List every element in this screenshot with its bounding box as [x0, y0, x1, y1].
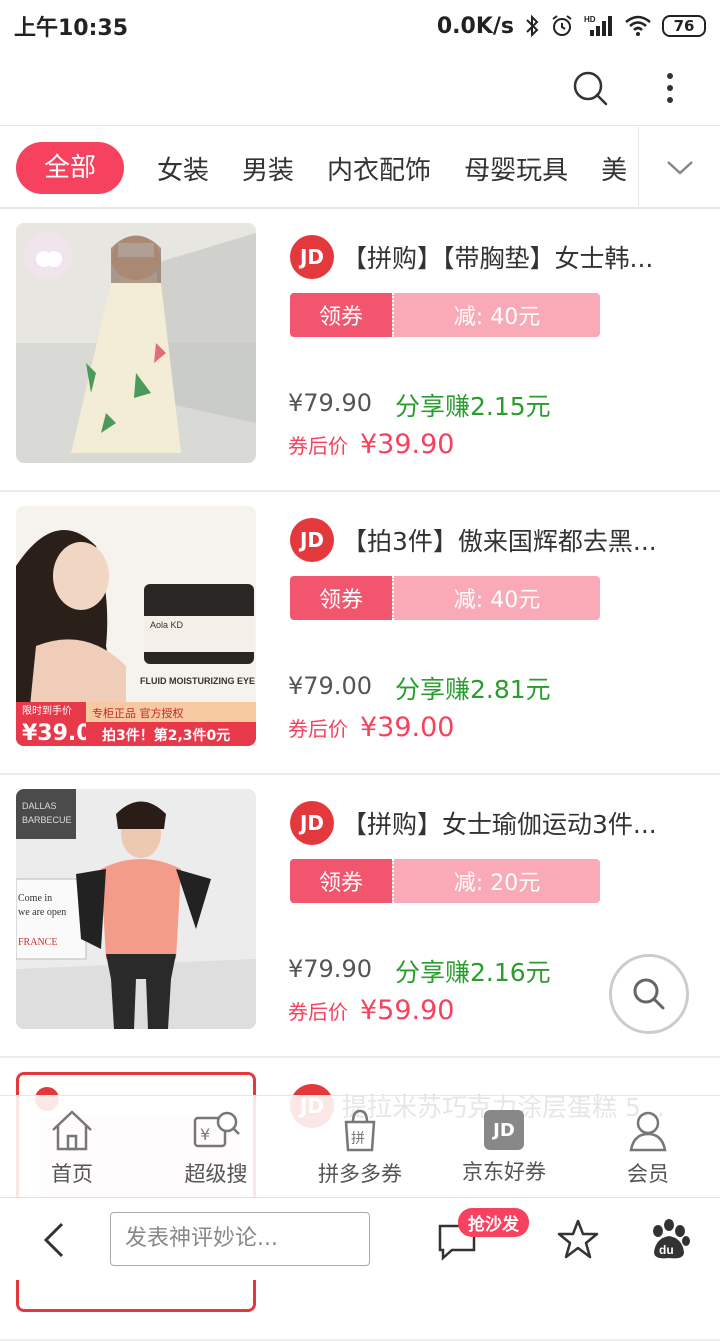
- original-price: ¥79.90: [288, 955, 372, 983]
- after-coupon-price: 券后价 ¥39.00: [288, 712, 454, 743]
- bluetooth-icon: [526, 14, 539, 38]
- tab-super-search-label: 超级搜: [184, 1162, 248, 1186]
- product-card[interactable]: DALLAS BARBECUE Come in we are open FRAN…: [0, 775, 720, 1058]
- search-icon[interactable]: [570, 68, 610, 108]
- tab-pdd-coupons-label: 拼多多券: [318, 1162, 402, 1186]
- after-coupon-value: ¥39.00: [360, 712, 455, 743]
- network-speed: 0.0K/s: [436, 13, 514, 39]
- wifi-icon: [625, 15, 651, 36]
- coupon-button[interactable]: 领券 减: 40元: [290, 576, 600, 620]
- home-icon: [52, 1110, 92, 1151]
- product-title[interactable]: 【拼购】女士瑜伽运动3件...: [342, 805, 687, 841]
- jd-logo-icon: JD: [290, 801, 334, 845]
- tab-jd-coupons-label: 京东好券: [462, 1160, 546, 1184]
- after-coupon-label: 券后价: [288, 434, 348, 458]
- svg-text:¥: ¥: [200, 1125, 210, 1144]
- jd-logo-icon: JD: [290, 518, 334, 562]
- baidu-paw-icon[interactable]: du: [646, 1216, 692, 1262]
- product-card[interactable]: Aola KD FLUID MOISTURIZING EYE CREAM 限时到…: [0, 492, 720, 775]
- category-bar: 全部 女装 男装 内衣配饰 母婴玩具 美: [0, 127, 720, 209]
- super-search-icon: ¥: [193, 1111, 240, 1148]
- tab-pdd-coupons[interactable]: 拼 拼多多券: [288, 1096, 432, 1197]
- tab-home-label: 首页: [51, 1162, 93, 1186]
- jd-logo-icon: JD: [290, 235, 334, 279]
- tab-member[interactable]: 会员: [576, 1096, 720, 1197]
- star-icon[interactable]: [556, 1217, 600, 1261]
- jd-icon: JD: [484, 1110, 524, 1150]
- top-bar: [0, 52, 720, 126]
- pdd-bag-icon: 拼: [344, 1109, 376, 1152]
- coupon-label: 领券: [290, 293, 392, 337]
- more-menu-icon[interactable]: [650, 68, 690, 108]
- signal-icon: HD: [584, 15, 612, 36]
- search-icon: [633, 978, 665, 1010]
- thumb-genuine-tag: 专柜正品 官方授权: [92, 706, 184, 720]
- category-tab-men[interactable]: 男装: [242, 150, 294, 187]
- tab-super-search[interactable]: ¥ 超级搜: [144, 1096, 288, 1197]
- thumb-limit-price: ¥39.0: [22, 721, 92, 746]
- coupon-value: 减: 20元: [392, 859, 600, 903]
- svg-text:du: du: [659, 1243, 674, 1257]
- battery-indicator: 76: [662, 15, 706, 37]
- back-arrow-icon[interactable]: [36, 1220, 76, 1260]
- coupon-value: 减: 40元: [392, 293, 600, 337]
- tab-jd-coupons[interactable]: JD 京东好券: [432, 1096, 576, 1197]
- comment-input[interactable]: 发表神评妙论...: [110, 1212, 370, 1266]
- product-image: [16, 223, 256, 463]
- thumb-brand-name: Aola KD: [150, 620, 184, 630]
- thumb-sign-4: we are open: [18, 907, 66, 918]
- tab-home[interactable]: 首页: [0, 1096, 144, 1197]
- share-earn[interactable]: 分享赚2.16元: [395, 953, 551, 989]
- product-image: DALLAS BARBECUE Come in we are open FRAN…: [16, 789, 256, 1029]
- after-coupon-label: 券后价: [288, 717, 348, 741]
- after-coupon-value: ¥59.90: [360, 995, 455, 1026]
- member-icon: [629, 1111, 667, 1152]
- thumb-product-name: FLUID MOISTURIZING EYE CREAM: [140, 676, 256, 686]
- tab-member-label: 会员: [627, 1162, 669, 1186]
- share-earn[interactable]: 分享赚2.81元: [395, 670, 551, 706]
- category-tab-baby-toys[interactable]: 母婴玩具: [464, 150, 568, 187]
- product-title[interactable]: 【拼购】【带胸垫】女士韩...: [342, 239, 687, 275]
- thumb-sign-1: DALLAS: [22, 801, 57, 811]
- product-title[interactable]: 【拍3件】傲来国辉都去黑...: [342, 522, 687, 558]
- category-tab-women[interactable]: 女装: [157, 150, 209, 187]
- original-price: ¥79.00: [288, 672, 372, 700]
- original-price: ¥79.90: [288, 389, 372, 417]
- thumb-sign-5: FRANCE: [18, 937, 57, 948]
- svg-text:拼: 拼: [351, 1131, 365, 1147]
- coupon-button[interactable]: 领券 减: 40元: [290, 293, 600, 337]
- after-coupon-price: 券后价 ¥39.90: [288, 429, 454, 460]
- thumb-sign-3: Come in: [18, 893, 52, 904]
- coupon-value: 减: 40元: [392, 576, 600, 620]
- coupon-button[interactable]: 领券 减: 20元: [290, 859, 600, 903]
- after-coupon-value: ¥39.90: [360, 429, 455, 460]
- status-time: 上午10:35: [14, 16, 129, 41]
- thumb-limit-label: 限时到手价: [22, 704, 72, 717]
- chevron-down-icon: [666, 161, 693, 175]
- coupon-label: 领券: [290, 576, 392, 620]
- category-tab-all[interactable]: 全部: [16, 142, 125, 194]
- floating-search-button[interactable]: [609, 954, 689, 1034]
- after-coupon-label: 券后价: [288, 1000, 348, 1024]
- coupon-label: 领券: [290, 859, 392, 903]
- bottom-bar: 发表神评妙论... 抢沙发 du: [0, 1197, 720, 1280]
- status-bar: 上午10:35 0.0K/s HD 76: [0, 0, 720, 52]
- alarm-icon: [552, 15, 572, 36]
- product-image: Aola KD FLUID MOISTURIZING EYE CREAM 限时到…: [16, 506, 256, 746]
- after-coupon-price: 券后价 ¥59.90: [288, 995, 454, 1026]
- category-expand-button[interactable]: [638, 127, 720, 207]
- comment-badge: 抢沙发: [458, 1208, 529, 1237]
- category-tab-beauty[interactable]: 美: [601, 150, 627, 187]
- share-earn[interactable]: 分享赚2.15元: [395, 387, 551, 423]
- category-tab-underwear[interactable]: 内衣配饰: [327, 150, 431, 187]
- thumb-sign-2: BARBECUE: [22, 815, 72, 825]
- thumb-promo-tag: 拍3件！第2,3件0元: [102, 727, 230, 744]
- tab-bar: 首页 ¥ 超级搜 拼 拼多多券 JD 京东好券 会员: [0, 1095, 720, 1197]
- svg-text:HD: HD: [584, 15, 596, 24]
- product-card[interactable]: JD 【拼购】【带胸垫】女士韩... 领券 减: 40元 ¥79.90 分享赚2…: [0, 209, 720, 492]
